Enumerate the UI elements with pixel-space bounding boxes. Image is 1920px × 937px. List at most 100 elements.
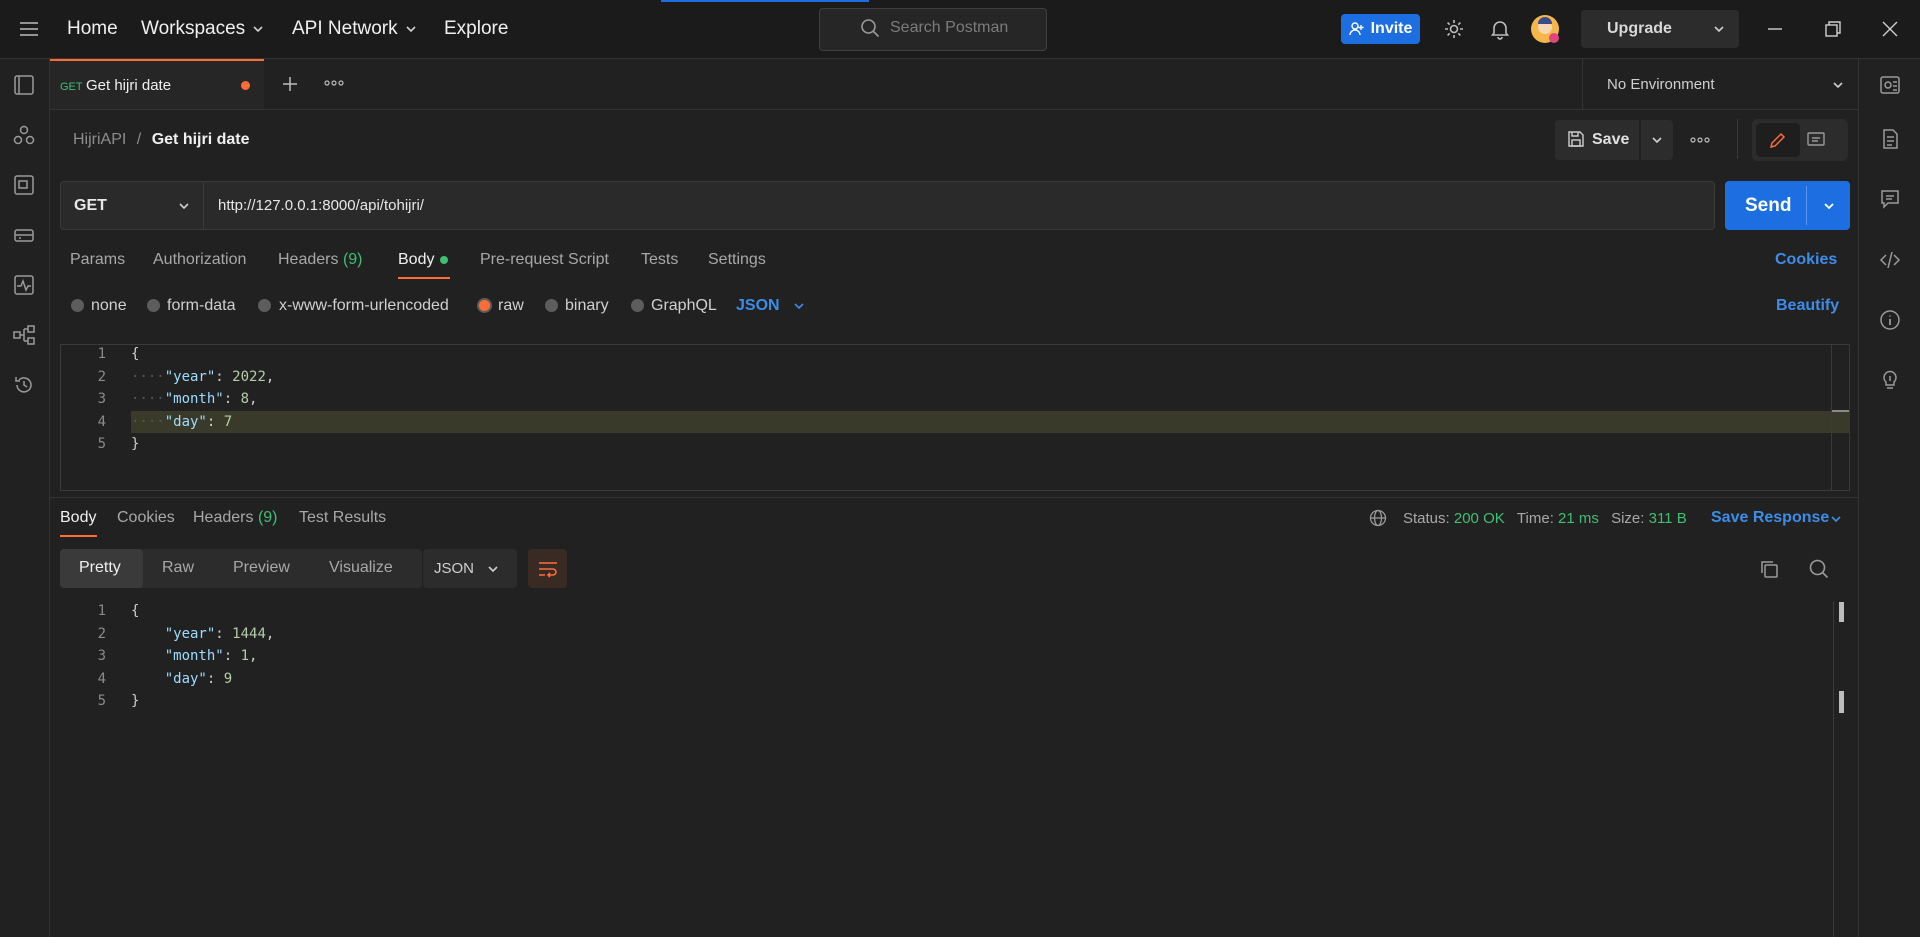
format-chevron-down-icon[interactable] xyxy=(792,299,806,313)
view-pretty-label: Pretty xyxy=(79,559,121,576)
flows-icon[interactable] xyxy=(13,324,35,346)
pane-divider[interactable] xyxy=(50,497,1858,498)
code-snippet-icon[interactable] xyxy=(1879,249,1901,271)
globe-icon[interactable] xyxy=(1369,509,1387,527)
wrap-lines-icon xyxy=(537,558,559,580)
view-preview-button[interactable]: Preview xyxy=(233,559,290,577)
send-label: Send xyxy=(1745,195,1792,216)
url-value: http://127.0.0.1:8000/api/tohijri/ xyxy=(218,197,424,214)
send-divider xyxy=(1806,186,1807,225)
view-raw-button[interactable]: Raw xyxy=(162,559,194,577)
monitors-icon[interactable] xyxy=(13,274,35,296)
upgrade-chevron-down-icon[interactable] xyxy=(1712,22,1726,36)
environment-chevron-down-icon[interactable] xyxy=(1831,78,1845,92)
tab-pre-request-script[interactable]: Pre-request Script xyxy=(480,251,609,269)
search-placeholder: Search Postman xyxy=(890,19,1009,36)
body-format-select[interactable]: JSON xyxy=(736,297,780,315)
save-response-button[interactable]: Save Response xyxy=(1711,509,1829,527)
nav-home[interactable]: Home xyxy=(67,18,118,40)
url-input[interactable] xyxy=(204,181,1715,230)
response-code-line: } xyxy=(131,693,140,709)
code-line: ····"day": 7 xyxy=(131,414,233,430)
nav-api-network[interactable]: API Network xyxy=(292,18,418,40)
tab-more-options-icon[interactable] xyxy=(324,79,344,87)
comment-mode-icon[interactable] xyxy=(1806,130,1826,150)
radio-none[interactable] xyxy=(71,299,84,312)
suggestions-lightbulb-icon[interactable] xyxy=(1879,368,1901,390)
radio-graphql-label: GraphQL xyxy=(651,297,717,314)
history-icon[interactable] xyxy=(13,374,35,396)
line-number: 4 xyxy=(97,414,106,430)
response-tab-cookies[interactable]: Cookies xyxy=(117,509,175,527)
environment-quick-look-icon[interactable] xyxy=(1879,74,1901,96)
editor-scrollbar-marker xyxy=(1832,410,1849,412)
info-icon[interactable] xyxy=(1879,309,1901,331)
user-avatar[interactable] xyxy=(1530,14,1560,44)
response-tab-test-results[interactable]: Test Results xyxy=(299,509,386,527)
nav-explore[interactable]: Explore xyxy=(444,18,508,40)
tab-headers[interactable]: Headers (9) xyxy=(278,251,363,269)
environment-label: No Environment xyxy=(1607,76,1715,93)
code-line: ····"month": 8, xyxy=(131,391,258,407)
search-response-icon[interactable] xyxy=(1808,558,1830,580)
invite-button[interactable]: Invite xyxy=(1341,14,1420,44)
line-number: 3 xyxy=(97,648,106,664)
cookies-link[interactable]: Cookies xyxy=(1775,251,1837,269)
save-response-chevron-down-icon[interactable] xyxy=(1829,512,1843,526)
tab-tests[interactable]: Tests xyxy=(641,251,678,269)
breadcrumb: HijriAPI / Get hijri date xyxy=(73,131,250,149)
more-actions-icon[interactable] xyxy=(1690,136,1710,144)
beautify-link[interactable]: Beautify xyxy=(1776,297,1839,315)
radio-urlencoded[interactable] xyxy=(258,299,271,312)
line-number: 4 xyxy=(97,671,106,687)
mock-servers-icon[interactable] xyxy=(13,224,35,246)
environments-icon[interactable] xyxy=(13,174,35,196)
response-scrollbar-thumb-top[interactable] xyxy=(1839,602,1844,622)
response-tab-body[interactable]: Body xyxy=(60,509,96,527)
close-window-icon[interactable] xyxy=(1881,20,1899,38)
response-scrollbar-thumb-bottom[interactable] xyxy=(1839,691,1844,713)
apis-icon[interactable] xyxy=(13,124,35,146)
editor-scrollbar-track[interactable] xyxy=(1831,345,1832,490)
tab-settings[interactable]: Settings xyxy=(708,251,766,269)
documentation-icon[interactable] xyxy=(1879,128,1901,150)
nav-workspaces[interactable]: Workspaces xyxy=(141,18,265,40)
time-label: Time: xyxy=(1516,510,1554,527)
response-scrollbar-track[interactable] xyxy=(1833,601,1834,937)
size-value[interactable]: 311 B xyxy=(1649,510,1687,527)
settings-gear-icon[interactable] xyxy=(1443,18,1465,40)
copy-icon[interactable] xyxy=(1758,558,1780,580)
minimize-window-icon[interactable] xyxy=(1766,20,1784,38)
response-tab-headers[interactable]: Headers (9) xyxy=(193,509,278,527)
radio-raw-selected[interactable] xyxy=(477,298,492,313)
line-number: 2 xyxy=(97,369,106,385)
response-format-value: JSON xyxy=(434,560,475,577)
status-label: Status: xyxy=(1403,510,1450,527)
view-visualize-button[interactable]: Visualize xyxy=(329,559,393,577)
tab-authorization[interactable]: Authorization xyxy=(153,251,246,269)
method-chevron-down-icon xyxy=(177,199,191,213)
new-tab-plus-icon[interactable] xyxy=(280,74,300,94)
method-value: GET xyxy=(74,197,107,214)
response-code-line: "day": 9 xyxy=(164,671,233,687)
radio-binary[interactable] xyxy=(545,299,558,312)
tab-body[interactable]: Body xyxy=(398,251,434,269)
status-value[interactable]: 200 OK xyxy=(1454,510,1505,527)
radio-form-data[interactable] xyxy=(147,299,160,312)
radio-form-data-label: form-data xyxy=(167,297,236,314)
chevron-down-icon xyxy=(253,26,263,33)
collections-icon[interactable] xyxy=(13,74,35,96)
restore-window-icon[interactable] xyxy=(1824,20,1842,38)
radio-urlencoded-label: x-www-form-urlencoded xyxy=(279,297,449,314)
send-chevron-down-icon[interactable] xyxy=(1822,199,1836,213)
actions-divider xyxy=(1737,119,1738,159)
tab-params[interactable]: Params xyxy=(70,251,125,269)
comments-icon[interactable] xyxy=(1879,188,1901,210)
time-value[interactable]: 21 ms xyxy=(1558,510,1599,527)
save-label: Save xyxy=(1592,131,1630,148)
notifications-bell-icon[interactable] xyxy=(1489,18,1511,40)
breadcrumb-collection[interactable]: HijriAPI xyxy=(73,131,126,148)
hamburger-menu-icon[interactable] xyxy=(18,20,40,38)
radio-graphql[interactable] xyxy=(631,299,644,312)
line-number: 2 xyxy=(97,626,106,642)
